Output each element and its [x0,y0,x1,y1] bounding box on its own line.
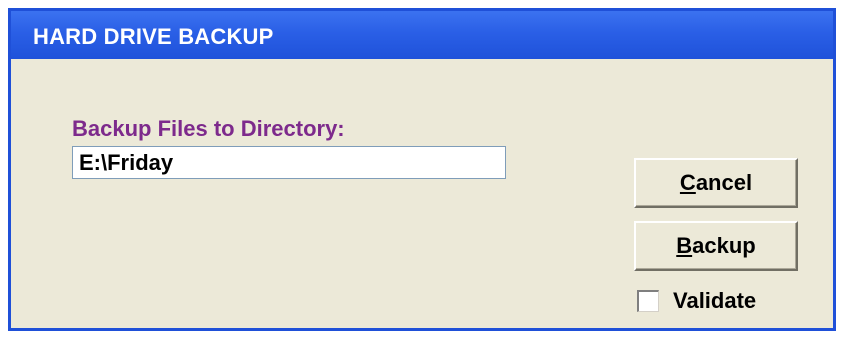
directory-input[interactable] [72,146,506,179]
backup-label: ackup [692,233,756,258]
backup-mnemonic: B [676,233,693,258]
backup-dialog: HARD DRIVE BACKUP Backup Files to Direct… [8,8,836,331]
dialog-title: HARD DRIVE BACKUP [33,24,274,49]
backup-button[interactable]: Backup [634,221,798,271]
directory-label: Backup Files to Directory: [72,116,345,141]
validate-checkbox[interactable] [637,290,659,312]
validate-label[interactable]: Validate [673,288,756,314]
dialog-body: Backup Files to Directory: Cancel Backup… [11,59,833,328]
title-bar[interactable]: HARD DRIVE BACKUP [11,11,833,59]
cancel-mnemonic: C [679,170,696,195]
cancel-button[interactable]: Cancel [634,158,798,208]
cancel-label: ancel [695,170,753,195]
